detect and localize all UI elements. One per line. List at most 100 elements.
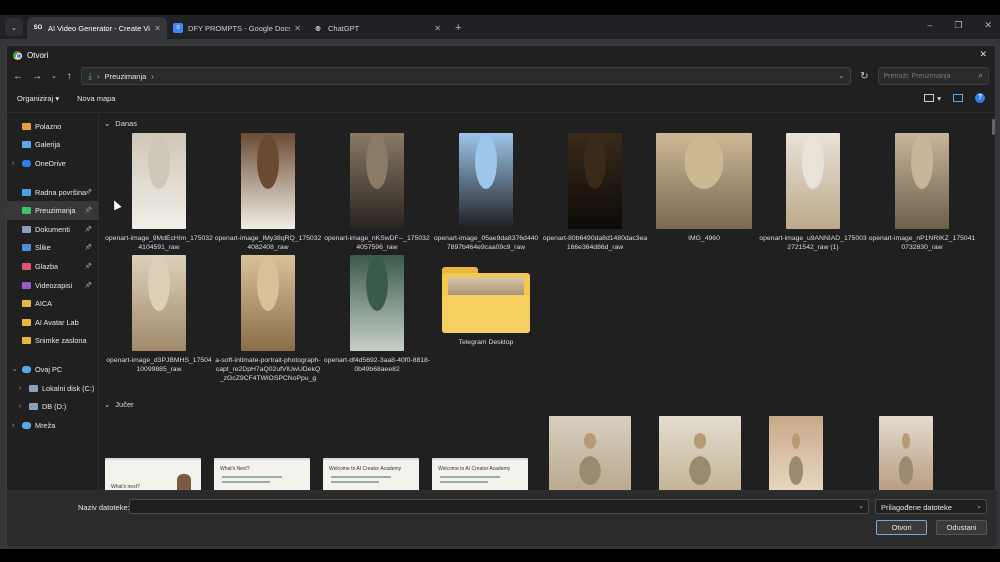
sidebar-item[interactable]: › OneDrive	[7, 154, 98, 173]
address-bar[interactable]: ⤓ › Preuzimanja › ⌄	[81, 67, 852, 85]
sidebar-item[interactable]: ⌄ Ovaj PC	[7, 360, 98, 379]
breadcrumb-location[interactable]: Preuzimanja	[105, 72, 147, 81]
window-controls: – ❐ ✕	[927, 20, 992, 31]
close-icon[interactable]: ✕	[979, 49, 987, 60]
cancel-button[interactable]: Odustani	[936, 520, 987, 535]
sidebar-item[interactable]: Snimke zaslona	[7, 332, 98, 351]
file-item[interactable]: openart-image_nKSwDF--_1750324057596_raw	[323, 133, 431, 252]
pin-icon: 📌	[84, 263, 92, 270]
file-item[interactable]: openart-image_05ae9da8376d4407897b464e9c…	[432, 133, 540, 252]
new-tab-button[interactable]: +	[447, 22, 469, 39]
file-item[interactable]: openart-image_d3PJBMHS_1750410099885_raw	[105, 255, 213, 374]
file-item[interactable]: a-soft-intimate-portrait-photograph-capt…	[214, 255, 322, 383]
sidebar-item[interactable]: Preuzimanja 📌	[7, 201, 98, 220]
pictures-icon	[22, 244, 31, 252]
file-item[interactable]	[769, 416, 823, 490]
slide-title: Welcome to AI Creator Academy	[438, 466, 511, 472]
sidebar-item[interactable]: › DB (D:)	[7, 397, 98, 416]
maximize-icon[interactable]: ❐	[954, 20, 962, 31]
sidebar-item[interactable]: Galerija	[7, 136, 98, 155]
cloud-icon	[22, 159, 31, 167]
file-item[interactable]	[659, 416, 741, 490]
chevron-down-icon[interactable]: ⌄	[838, 72, 844, 80]
group-header[interactable]: ⌄ Jučer	[104, 400, 134, 409]
preview-pane-icon[interactable]	[953, 94, 963, 102]
up-icon[interactable]: ↑	[66, 71, 72, 82]
folder-item[interactable]: Telegram Desktop	[432, 255, 540, 347]
browser-tab[interactable]: SO AI Video Generator - Create Vi ✕	[27, 17, 167, 39]
sidebar-item[interactable]: › Lokalni disk (C:)	[7, 379, 98, 398]
group-header[interactable]: ⌄ Danas	[104, 119, 137, 128]
file-item[interactable]	[879, 416, 933, 490]
scrollbar-thumb[interactable]	[992, 119, 995, 135]
file-item[interactable]: What's next?	[105, 458, 201, 490]
file-item[interactable]: openart-image_9MdEcHIm_1750324104591_raw	[105, 133, 213, 252]
dialog-footer: Naziv datoteke: ⌄ Prilagođene datoteke ⌄…	[7, 490, 997, 546]
file-name: IMG_4960	[688, 235, 720, 242]
search-box[interactable]: ⌕	[877, 67, 989, 85]
sidebar-item[interactable]: › Mreža	[7, 416, 98, 435]
filename-input[interactable]: ⌄	[129, 499, 869, 514]
chevron-right-icon[interactable]: ⌄	[12, 365, 22, 373]
minimize-icon[interactable]: –	[927, 20, 932, 31]
sidebar-item[interactable]: AICA	[7, 294, 98, 313]
browser-tab[interactable]: ≡ DFY PROMPTS - Google Docs ✕	[167, 17, 307, 39]
file-item[interactable]: Welcome to AI Creator Academy	[432, 458, 528, 490]
file-item[interactable]: openart-image_u9ANNIAD_1750032721542_raw…	[759, 133, 867, 252]
file-item[interactable]	[549, 416, 631, 490]
file-item[interactable]: openart-80b6490da8d1480dac3ea166e364d86d…	[541, 133, 649, 252]
tab-close-icon[interactable]: ✕	[434, 24, 441, 33]
file-item[interactable]: Welcome to AI Creator Academy	[323, 458, 419, 490]
file-item[interactable]: openart-image_IMy38qRQ_1750324082408_raw	[214, 133, 322, 252]
folder-icon	[442, 267, 530, 333]
browser-tab-strip: ⌄ SO AI Video Generator - Create Vi ✕ ≡ DFY …	[0, 15, 1000, 39]
recent-locations-icon[interactable]: ⌄	[51, 72, 57, 80]
chevron-down-icon[interactable]: ⌄	[858, 502, 864, 510]
chevron-right-icon[interactable]: ›	[19, 385, 29, 392]
back-icon[interactable]: ←	[13, 71, 23, 82]
organize-menu[interactable]: Organiziraj ▾	[17, 94, 59, 103]
image-thumbnail	[241, 133, 295, 229]
forward-icon[interactable]: →	[32, 71, 42, 82]
sidebar-item-label: DB (D:)	[42, 402, 67, 412]
image-thumbnail	[459, 133, 513, 229]
file-item[interactable]: openart-image_nP1NRIKZ_1750410732830_raw	[868, 133, 976, 252]
sidebar-item[interactable]: Glazba 📌	[7, 257, 98, 276]
file-item[interactable]: openart-df4d5692-3aa8-40f0-8818-0b49b68a…	[323, 255, 431, 374]
sidebar-item[interactable]: Videozapisi 📌	[7, 276, 98, 295]
breadcrumb-chevron-icon: ›	[151, 71, 154, 81]
sidebar-item[interactable]: Radna površina 📌	[7, 183, 98, 202]
tab-close-icon[interactable]: ✕	[154, 24, 161, 33]
image-thumbnail	[132, 133, 186, 229]
browser-tab[interactable]: ◎ ChatGPT ✕	[307, 17, 447, 39]
file-item[interactable]: IMG_4960	[650, 133, 758, 243]
tab-close-icon[interactable]: ✕	[294, 24, 301, 33]
sidebar-item[interactable]: Polazno	[7, 117, 98, 136]
sidebar-item[interactable]: Dokumenti 📌	[7, 220, 98, 239]
folder-icon	[22, 300, 31, 308]
sidebar-item-label: Mreža	[35, 420, 56, 430]
new-folder-button[interactable]: Nova mapa	[77, 94, 115, 103]
tab-search-button[interactable]: ⌄	[5, 18, 23, 36]
search-input[interactable]	[883, 72, 979, 80]
chevron-right-icon[interactable]: ›	[12, 160, 22, 167]
chevron-right-icon[interactable]: ›	[12, 422, 22, 429]
help-icon[interactable]: ?	[975, 93, 985, 103]
heygen-icon: SO	[33, 25, 43, 31]
close-window-icon[interactable]: ✕	[984, 20, 992, 31]
chevron-right-icon[interactable]: ›	[19, 403, 29, 410]
group-label: Jučer	[115, 400, 134, 409]
refresh-icon[interactable]: ↻	[860, 71, 868, 82]
search-icon: ⌕	[978, 71, 983, 80]
sidebar-item[interactable]: Slike 📌	[7, 239, 98, 258]
sidebar-item-label: Ovaj PC	[35, 364, 63, 374]
sidebar-item-label: Slike	[35, 243, 51, 253]
group-label: Danas	[115, 119, 137, 128]
pc-icon	[22, 365, 31, 373]
open-button[interactable]: Otvori	[876, 520, 927, 535]
view-options-button[interactable]: ▾	[924, 94, 941, 103]
sidebar-item[interactable]: AI Avatar Lab	[7, 313, 98, 332]
filetype-select[interactable]: Prilagođene datoteke ⌄	[875, 499, 987, 514]
file-name: a-soft-intimate-portrait-photograph-capt…	[215, 357, 321, 382]
file-item[interactable]: What's Next?	[214, 458, 310, 490]
